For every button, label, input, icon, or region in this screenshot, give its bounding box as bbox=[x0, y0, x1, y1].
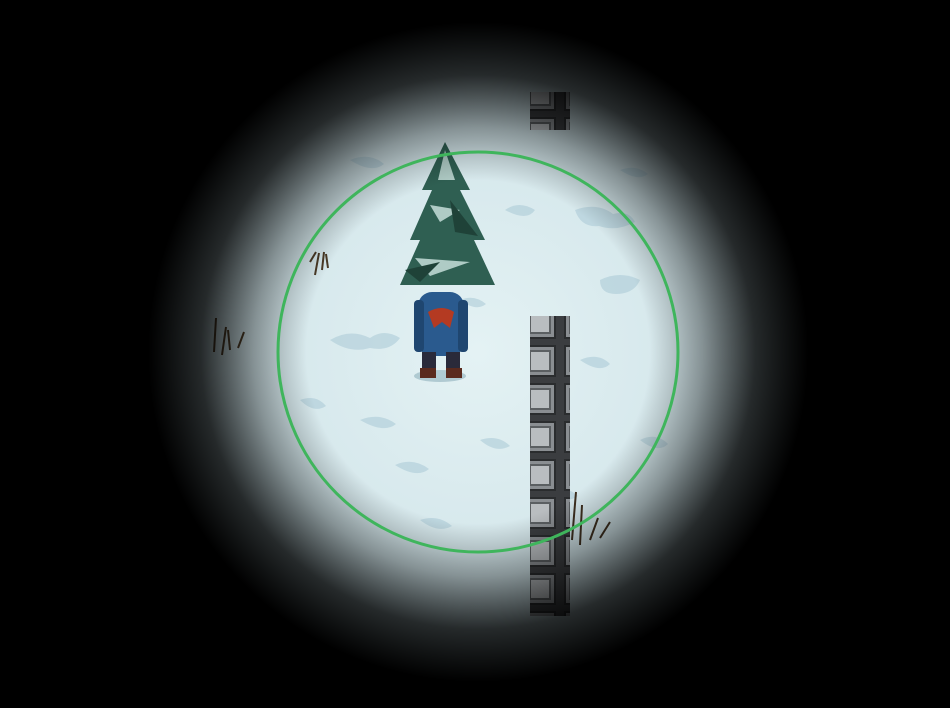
game-scene bbox=[0, 0, 950, 708]
stone-block-icon bbox=[530, 316, 570, 616]
stone-block-icon bbox=[530, 92, 570, 130]
game-viewport[interactable] bbox=[0, 0, 950, 708]
snow-ground bbox=[0, 0, 950, 708]
